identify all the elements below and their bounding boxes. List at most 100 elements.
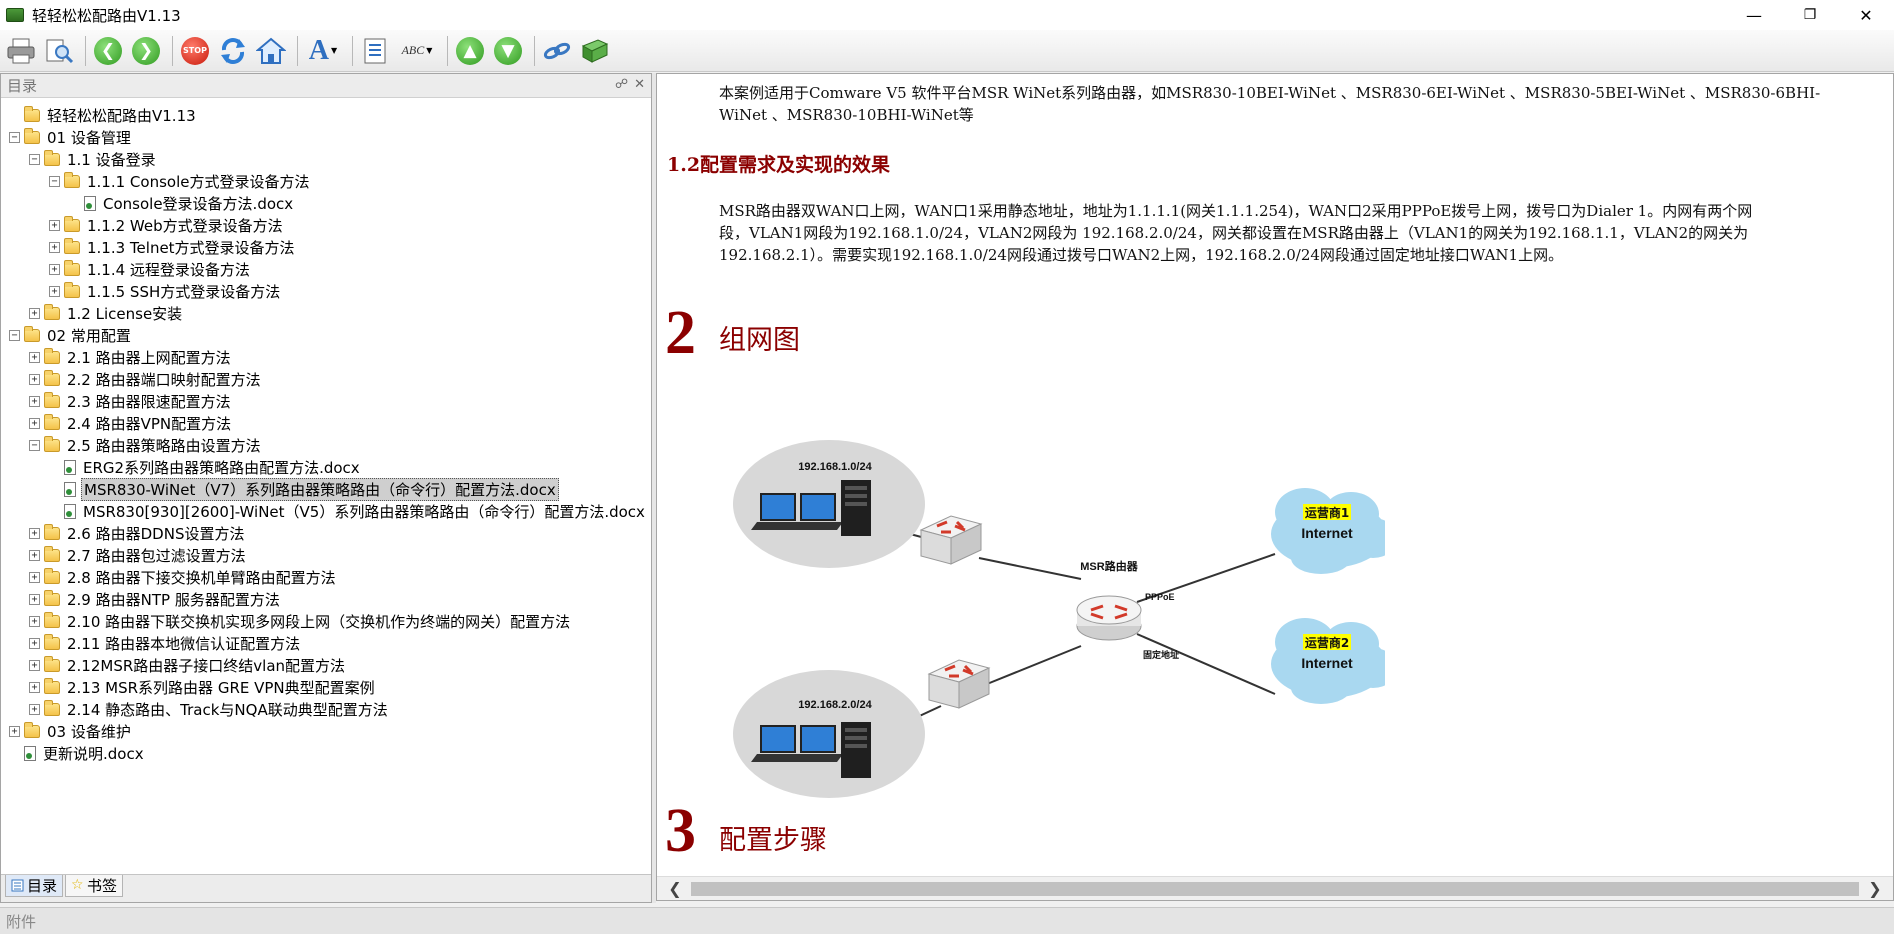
tree-folder-item[interactable]: +2.3 路由器限速配置方法	[1, 390, 651, 412]
expand-toggle-icon[interactable]: +	[29, 637, 40, 649]
tab-contents[interactable]: 目录	[5, 875, 64, 897]
expand-toggle-icon[interactable]: +	[29, 549, 40, 561]
tree-item-label: 2.13 MSR系列路由器 GRE VPN典型配置案例	[67, 678, 375, 697]
tree-folder-item[interactable]: +2.2 路由器端口映射配置方法	[1, 368, 651, 390]
up-button[interactable]: ▲	[453, 34, 487, 68]
document-icon	[24, 745, 36, 761]
tree-folder-item[interactable]: +1.1.5 SSH方式登录设备方法	[1, 280, 651, 302]
stop-button[interactable]: STOP	[178, 34, 212, 68]
tree-folder-item[interactable]: +2.9 路由器NTP 服务器配置方法	[1, 588, 651, 610]
tree-folder-item[interactable]: − 01 设备管理	[1, 126, 651, 148]
print-button[interactable]	[4, 34, 38, 68]
scrollbar-thumb[interactable]	[691, 882, 1859, 896]
expand-toggle-icon[interactable]: +	[29, 615, 40, 627]
expand-toggle-icon[interactable]: +	[29, 681, 40, 693]
tree-document-item[interactable]: MSR830[930][2600]-WiNet（V5）系列路由器策略路由（命令行…	[1, 500, 651, 522]
section-3-title: 配置步骤	[719, 825, 827, 856]
tree-folder-item[interactable]: +2.7 路由器包过滤设置方法	[1, 544, 651, 566]
print-preview-button[interactable]	[42, 34, 76, 68]
bookmark-book-button[interactable]	[578, 34, 612, 68]
collapse-toggle-icon[interactable]: −	[9, 131, 20, 143]
back-button[interactable]: ❮	[91, 34, 125, 68]
tree-item-label: 1.1 设备登录	[67, 150, 156, 169]
pin-icon[interactable]: ☍	[615, 77, 628, 92]
collapse-toggle-icon[interactable]: −	[9, 329, 20, 341]
expand-toggle-icon[interactable]: +	[9, 725, 20, 737]
lan1-laptop-2	[800, 493, 836, 521]
maximize-button[interactable]: ❐	[1782, 0, 1838, 30]
expand-toggle-icon[interactable]: +	[29, 373, 40, 385]
tree-folder-item[interactable]: − 2.5 路由器策略路由设置方法	[1, 434, 651, 456]
close-button[interactable]: ✕	[1838, 0, 1894, 30]
expand-toggle-icon[interactable]: +	[49, 263, 60, 275]
font-button[interactable]: A ▼	[303, 34, 343, 68]
down-button[interactable]: ▼	[491, 34, 525, 68]
expand-toggle-icon[interactable]: +	[29, 307, 40, 319]
document-content[interactable]: 本案例适用于Comware V5 软件平台MSR WiNet系列路由器，如MSR…	[657, 74, 1893, 876]
tree-folder-item[interactable]: − 1.1 设备登录	[1, 148, 651, 170]
tree-folder-item[interactable]: +1.1.3 Telnet方式登录设备方法	[1, 236, 651, 258]
tree-folder-item[interactable]: 轻轻松松配路由V1.13	[1, 104, 651, 126]
expand-toggle-icon[interactable]: +	[29, 659, 40, 671]
section-2-title: 组网图	[719, 325, 800, 356]
contents-button[interactable]	[358, 34, 392, 68]
tree-item-label: MSR830-WiNet（V7）系列路由器策略路由（命令行）配置方法.docx	[81, 477, 559, 501]
horizontal-scrollbar[interactable]: ❮ ❯	[657, 876, 1893, 900]
forward-button[interactable]: ❯	[129, 34, 163, 68]
link-button[interactable]	[540, 34, 574, 68]
expand-toggle-icon[interactable]: +	[29, 395, 40, 407]
tree-folder-item[interactable]: +2.13 MSR系列路由器 GRE VPN典型配置案例	[1, 676, 651, 698]
collapse-toggle-icon[interactable]: −	[29, 439, 40, 451]
internet-cloud-1: 运营商1 Internet	[1271, 488, 1385, 574]
lan1-laptop-1	[760, 493, 796, 521]
tree-folder-item[interactable]: +2.10 路由器下联交换机实现多网段上网（交换机作为终端的网关）配置方法	[1, 610, 651, 632]
expand-toggle-icon[interactable]: +	[49, 285, 60, 297]
tree-document-item[interactable]: MSR830-WiNet（V7）系列路由器策略路由（命令行）配置方法.docx	[1, 477, 651, 501]
expand-toggle-icon[interactable]: +	[49, 241, 60, 253]
expand-toggle-icon[interactable]: +	[29, 527, 40, 539]
collapse-toggle-icon[interactable]: −	[29, 153, 40, 165]
arrow-down-icon: ▼	[494, 36, 522, 65]
folder-icon	[44, 677, 60, 694]
scroll-right-icon[interactable]: ❯	[1865, 879, 1885, 899]
switch-2	[927, 659, 991, 709]
expand-toggle-icon[interactable]: +	[29, 703, 40, 715]
folder-icon	[44, 567, 60, 584]
switch-1	[919, 515, 983, 565]
tree-folder-item[interactable]: +2.12MSR路由器子接口终结vlan配置方法	[1, 654, 651, 676]
contents-tree[interactable]: 轻轻松松配路由V1.13−01 设备管理 −1.1 设备登录 −1.1.1 Cons…	[1, 99, 651, 851]
tree-folder-item[interactable]: +2.14 静态路由、Track与NQA联动典型配置方法	[1, 698, 651, 720]
scroll-left-icon[interactable]: ❮	[665, 879, 685, 899]
tree-folder-item[interactable]: − 1.1.1 Console方式登录设备方法	[1, 170, 651, 192]
tree-folder-item[interactable]: +03 设备维护	[1, 720, 651, 742]
tree-folder-item[interactable]: +2.6 路由器DDNS设置方法	[1, 522, 651, 544]
tree-folder-item[interactable]: +2.1 路由器上网配置方法	[1, 346, 651, 368]
tree-document-item[interactable]: 更新说明.docx	[1, 742, 651, 764]
close-panel-icon[interactable]: ✕	[634, 77, 645, 92]
tree-folder-item[interactable]: − 02 常用配置	[1, 324, 651, 346]
tree-folder-item[interactable]: +2.4 路由器VPN配置方法	[1, 412, 651, 434]
tree-document-item[interactable]: Console登录设备方法.docx	[1, 192, 651, 214]
home-button[interactable]	[254, 34, 288, 68]
expand-toggle-icon[interactable]: +	[49, 219, 60, 231]
expand-toggle-icon[interactable]: +	[29, 571, 40, 583]
folder-icon	[24, 325, 40, 342]
expand-toggle-icon[interactable]: +	[29, 417, 40, 429]
refresh-button[interactable]	[216, 34, 250, 68]
spell-check-button[interactable]: ABC ▼	[396, 34, 438, 68]
collapse-toggle-icon[interactable]: −	[49, 175, 60, 187]
expand-toggle-icon[interactable]: +	[29, 351, 40, 363]
tree-folder-item[interactable]: +1.2 License安装	[1, 302, 651, 324]
expand-toggle-icon[interactable]: +	[29, 593, 40, 605]
tree-folder-item[interactable]: +2.11 路由器本地微信认证配置方法	[1, 632, 651, 654]
tree-folder-item[interactable]: +1.1.2 Web方式登录设备方法	[1, 214, 651, 236]
tab-contents-label: 目录	[27, 877, 58, 895]
tree-folder-item[interactable]: +1.1.4 远程登录设备方法	[1, 258, 651, 280]
tab-bookmarks[interactable]: ☆ 书签	[65, 875, 124, 897]
star-icon: ☆	[71, 877, 84, 893]
tree-item-label: MSR830[930][2600]-WiNet（V5）系列路由器策略路由（命令行…	[83, 502, 645, 521]
router-label: MSR路由器	[1080, 559, 1138, 573]
tree-document-item[interactable]: ERG2系列路由器策略路由配置方法.docx	[1, 456, 651, 478]
minimize-button[interactable]: —	[1726, 0, 1782, 30]
tree-folder-item[interactable]: +2.8 路由器下接交换机单臂路由配置方法	[1, 566, 651, 588]
